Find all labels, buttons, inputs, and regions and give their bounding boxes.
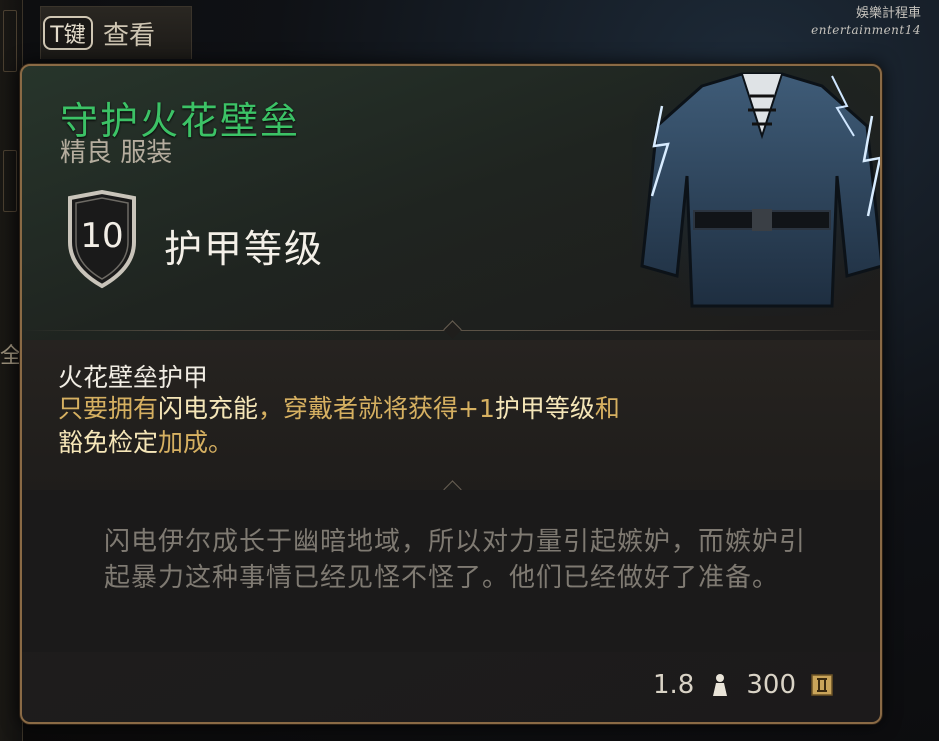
keyword-saving-throw[interactable]: 豁免检定 — [58, 428, 158, 457]
keyword-lightning-charge[interactable]: 闪电充能 — [158, 394, 258, 423]
inspect-hint[interactable]: T键 查看 — [40, 6, 192, 59]
weight-icon — [713, 674, 728, 696]
side-slot[interactable] — [3, 10, 17, 72]
weight-value: 1.8 — [653, 670, 695, 700]
key-badge: T键 — [43, 16, 93, 50]
hint-label: 查看 — [103, 20, 156, 51]
game-screen: 全 T键 查看 娛樂計程車 entertainment14 守护火花壁垒 精良 … — [0, 0, 939, 741]
lore-text: 闪电伊尔成长于幽暗地域，所以对力量引起嫉妒，而嫉妒引起暴力这种事情已经见怪不怪了… — [104, 527, 807, 593]
effect-description: 只要拥有闪电充能，穿戴者就将获得+1护甲等级和 豁免检定加成。 — [58, 392, 818, 460]
item-footer: 1.8 300 — [653, 670, 834, 700]
item-rarity-type: 精良 服装 — [60, 138, 173, 168]
effect-text: 加成。 — [158, 428, 234, 457]
item-tooltip: 守护火花壁垒 精良 服装 10 护甲等级 火花壁垒护甲 只要拥有闪电充能，穿戴者… — [20, 64, 882, 724]
side-label: 全 — [0, 344, 23, 369]
watermark: 娛樂計程車 entertainment14 — [811, 6, 921, 38]
effect-text: 和 — [594, 394, 620, 423]
keyword-armor-class[interactable]: 护甲等级 — [495, 394, 595, 423]
gold-value: 300 — [746, 670, 796, 700]
effect-title: 火花壁垒护甲 — [58, 363, 209, 392]
armor-class-label: 护甲等级 — [164, 227, 325, 271]
side-slot[interactable] — [3, 150, 17, 212]
watermark-line2: entertainment14 — [811, 23, 921, 37]
armor-item-icon — [632, 66, 880, 316]
section-divider — [22, 320, 880, 340]
effect-text: 只要拥有 — [58, 394, 159, 423]
watermark-line1: 娛樂計程車 — [855, 6, 921, 21]
gold-icon — [811, 674, 833, 696]
armor-class-value: 10 — [80, 216, 124, 256]
effect-text: ，穿戴者就将获得+1 — [258, 394, 495, 423]
